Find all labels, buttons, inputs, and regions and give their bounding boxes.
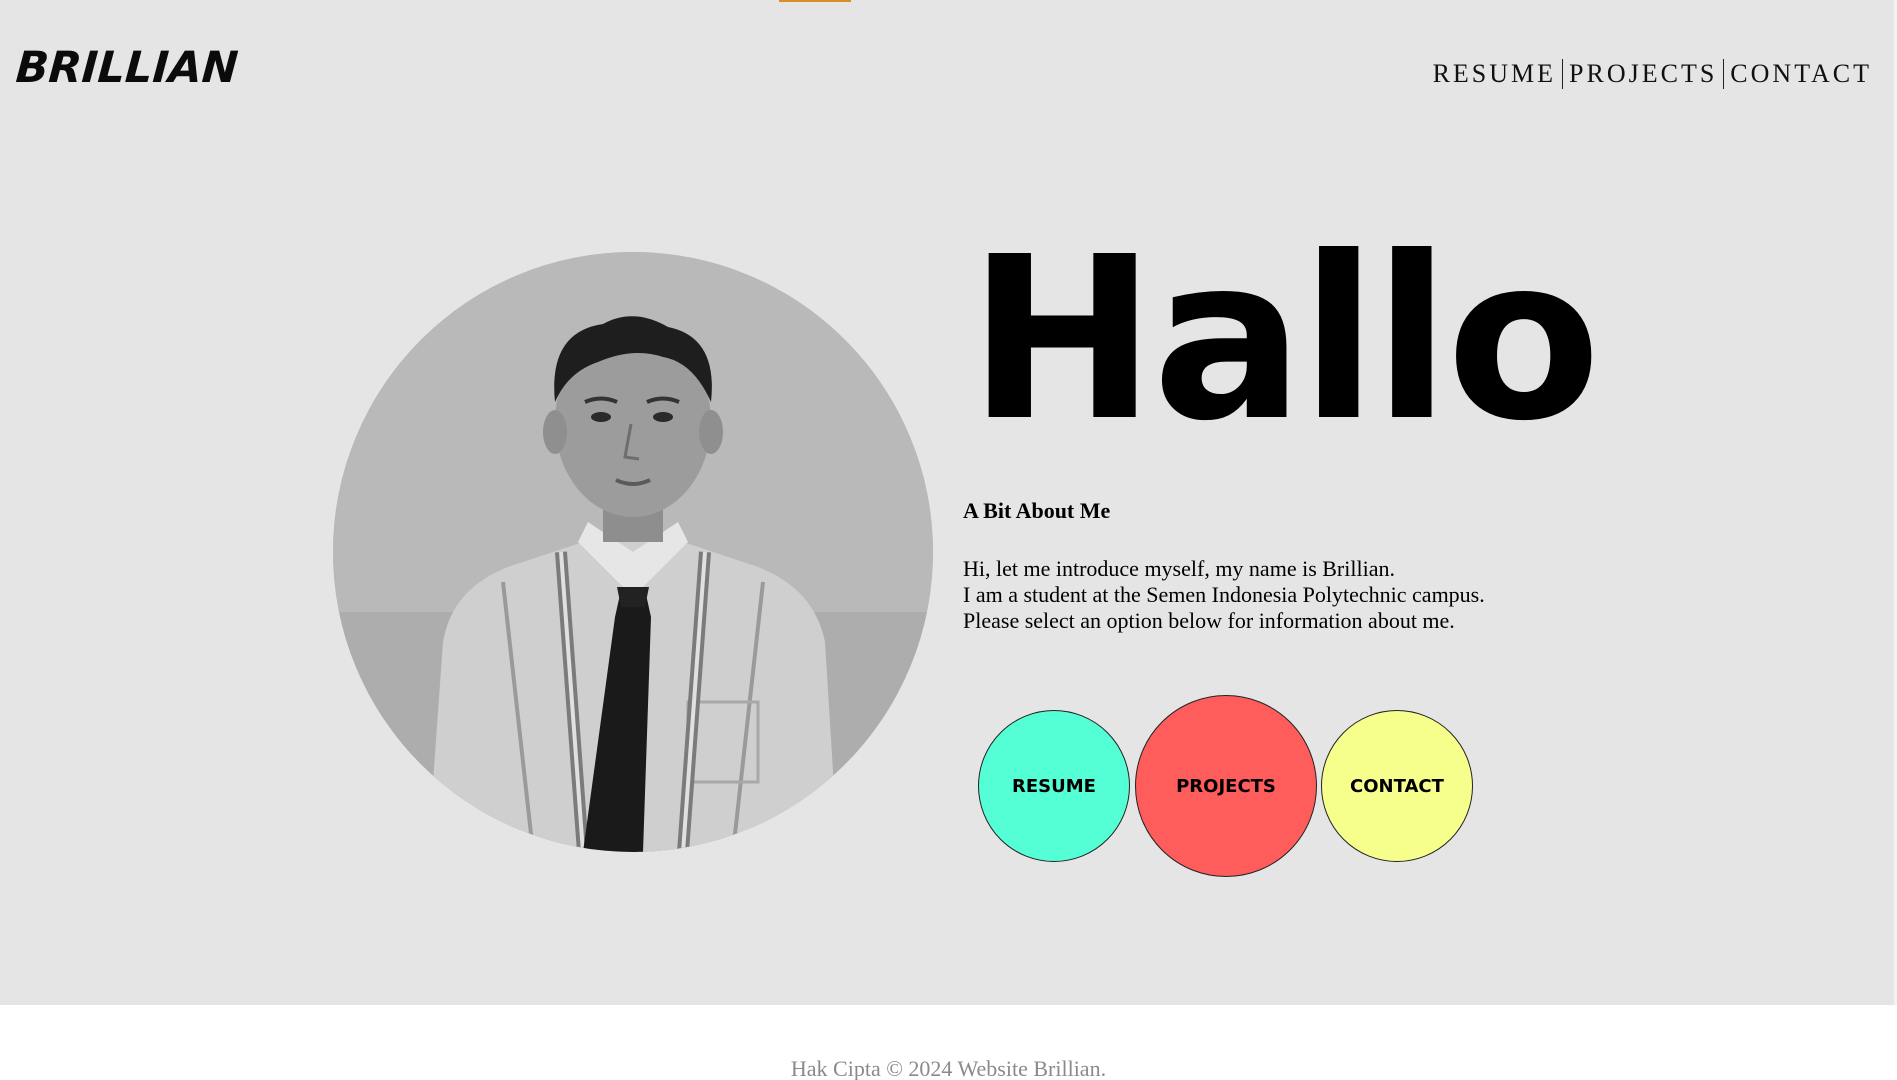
nav-projects-link[interactable]: PROJECTS bbox=[1563, 59, 1723, 89]
nav-resume-link[interactable]: RESUME bbox=[1427, 59, 1562, 89]
brand-logo[interactable]: BRILLIAN bbox=[14, 43, 239, 93]
portrait-image bbox=[333, 252, 933, 852]
hero-section: BRILLIAN RESUME PROJECTS CONTACT Hallo A… bbox=[0, 0, 1897, 1005]
greeting-heading: Hallo bbox=[968, 209, 1601, 471]
projects-button[interactable]: PROJECTS bbox=[1135, 695, 1317, 877]
intro-line: Hi, let me introduce myself, my name is … bbox=[963, 556, 1395, 581]
intro-text: Hi, let me introduce myself, my name is … bbox=[963, 556, 1485, 634]
intro-line: Please select an option below for inform… bbox=[963, 608, 1455, 633]
copyright-text: Hak Cipta © 2024 Website Brillian. bbox=[790, 1056, 1107, 1080]
contact-button[interactable]: CONTACT bbox=[1321, 710, 1473, 862]
intro-line: I am a student at the Semen Indonesia Po… bbox=[963, 582, 1485, 607]
resume-button[interactable]: RESUME bbox=[978, 710, 1130, 862]
nav-contact-link[interactable]: CONTACT bbox=[1724, 59, 1878, 89]
top-accent-bar bbox=[779, 0, 851, 2]
about-title: A Bit About Me bbox=[963, 498, 1111, 523]
profile-photo bbox=[333, 252, 933, 852]
top-nav: RESUME PROJECTS CONTACT bbox=[1427, 59, 1878, 89]
